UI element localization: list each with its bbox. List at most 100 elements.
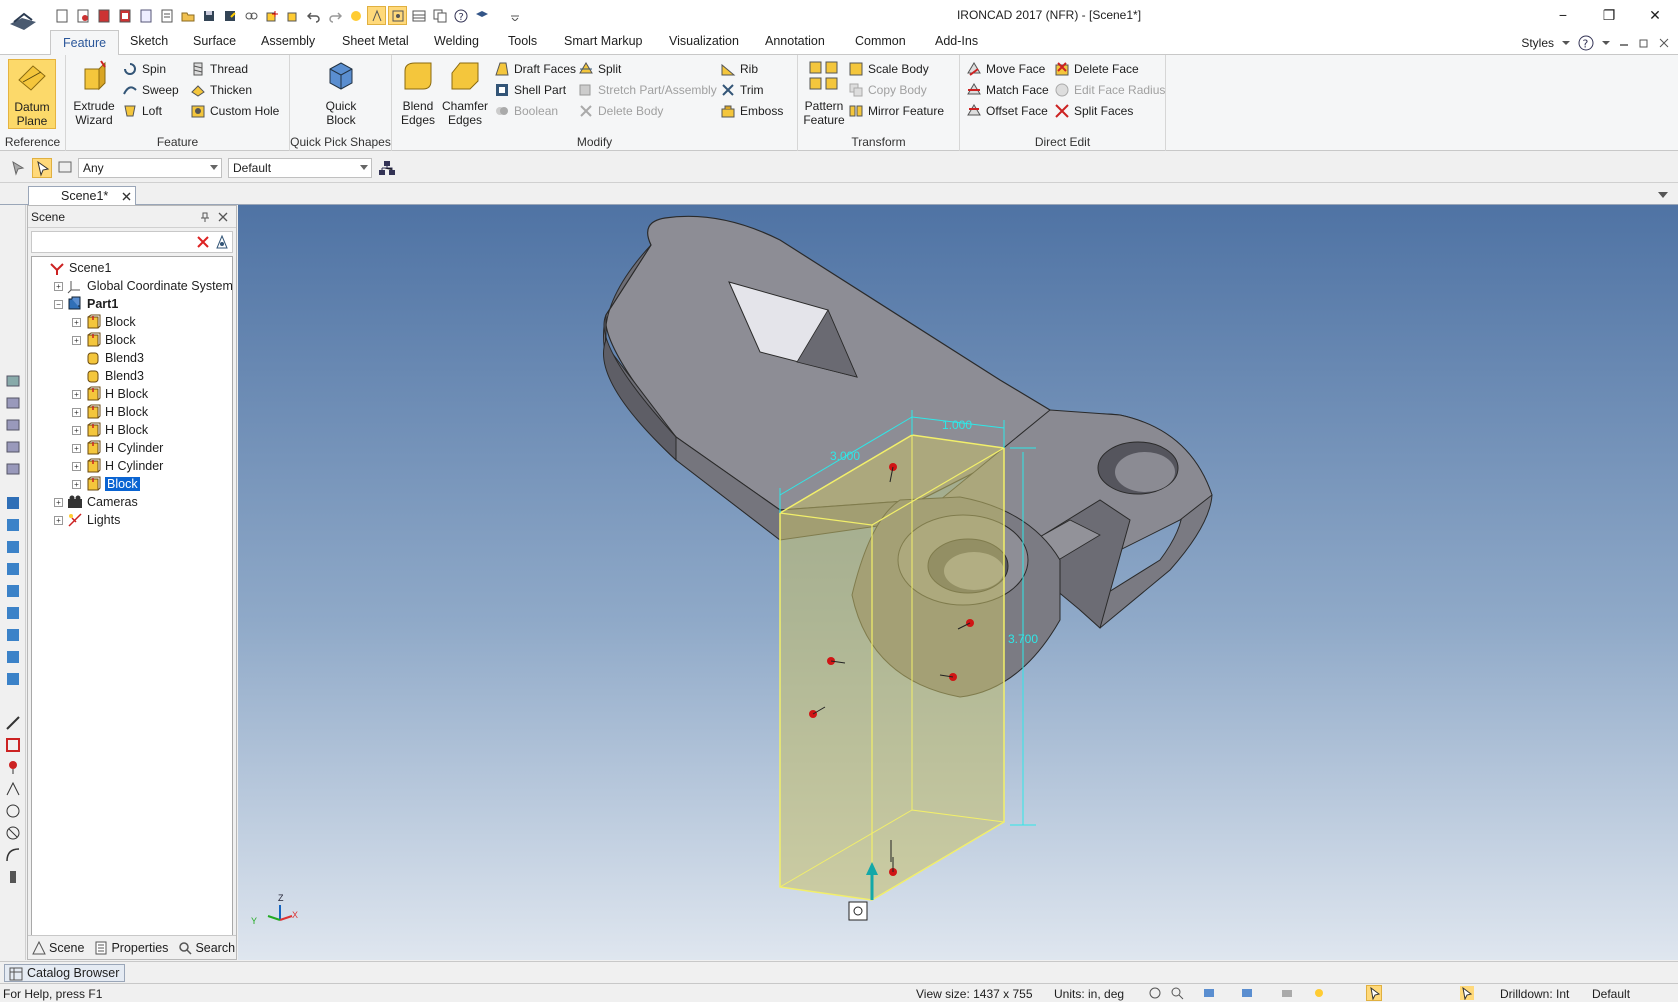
status-select-icon[interactable] <box>1366 985 1382 1001</box>
tab-smart-markup[interactable]: Smart Markup <box>564 34 643 48</box>
scene-search-input[interactable] <box>31 231 233 253</box>
pin-icon[interactable] <box>5 759 21 775</box>
tab-list-chevron-icon[interactable] <box>1658 192 1668 198</box>
pan-icon[interactable] <box>5 671 21 687</box>
selection-filter-dropdown[interactable]: Any <box>78 158 222 178</box>
tree-node[interactable]: + Block <box>72 313 136 331</box>
offset-face-button[interactable]: Offset Face <box>966 101 1048 121</box>
split-faces-button[interactable]: Split Faces <box>1054 101 1133 121</box>
view-top-icon[interactable] <box>5 417 21 433</box>
quick-block-button[interactable]: Quick Block <box>316 59 366 127</box>
tree-expander-icon[interactable]: + <box>72 443 81 453</box>
shell-part-button[interactable]: Shell Part <box>494 80 566 100</box>
tree-node[interactable]: + Lights <box>54 511 120 529</box>
dimension-length[interactable]: 3.000 <box>830 449 860 463</box>
tab-sheet-metal[interactable]: Sheet Metal <box>342 34 409 48</box>
pattern-feature-button[interactable]: Pattern Feature <box>802 59 846 127</box>
status-style[interactable]: Default <box>1592 987 1630 1001</box>
render-shaded-icon[interactable] <box>5 495 21 511</box>
angle-icon[interactable] <box>5 781 21 797</box>
tree-node[interactable]: Blend3 <box>72 349 144 367</box>
arc-tool-icon[interactable] <box>5 847 21 863</box>
tree-node[interactable]: + H Cylinder <box>72 457 163 475</box>
line-tool-icon[interactable] <box>5 715 21 731</box>
dimension-height[interactable]: 3.700 <box>1008 632 1038 646</box>
rib-button[interactable]: Rib <box>720 59 758 79</box>
chamfer-edges-button[interactable]: Chamfer Edges <box>440 59 490 127</box>
stretch-part-assembly-button[interactable]: Stretch Part/Assembly <box>578 80 717 100</box>
thread-button[interactable]: Thread <box>190 59 248 79</box>
status-cursor-icon[interactable] <box>1460 986 1474 1000</box>
panel-tab-properties[interactable]: Properties <box>94 941 168 955</box>
loft-button[interactable]: Loft <box>122 101 162 121</box>
tree-expander-icon[interactable]: + <box>72 317 81 327</box>
tab-surface[interactable]: Surface <box>193 34 236 48</box>
tab-welding[interactable]: Welding <box>434 34 479 48</box>
copy-body-button[interactable]: Copy Body <box>848 80 927 100</box>
tree-node[interactable]: + Block <box>72 475 140 493</box>
view-right-icon[interactable] <box>5 439 21 455</box>
minimize-button[interactable]: − <box>1540 0 1586 30</box>
view-iso-icon[interactable] <box>5 461 21 477</box>
selected-block-highlight[interactable] <box>779 434 1005 901</box>
ribbon-restore-icon[interactable] <box>1638 37 1650 49</box>
emboss-button[interactable]: Emboss <box>720 101 783 121</box>
select-cursor-icon[interactable] <box>32 158 52 178</box>
tab-add-ins[interactable]: Add-Ins <box>935 34 978 48</box>
delete-body-button[interactable]: Delete Body <box>578 101 663 121</box>
section-icon[interactable] <box>5 605 21 621</box>
tab-annotation[interactable]: Annotation <box>765 34 825 48</box>
clear-search-icon[interactable] <box>196 235 210 249</box>
3d-viewport[interactable]: 1.000 3.000 3.700 Z X Y <box>238 205 1678 960</box>
dimension-width[interactable]: 1.000 <box>942 418 972 432</box>
tree-node[interactable]: + H Block <box>72 421 148 439</box>
restore-button[interactable]: ❐ <box>1586 0 1632 30</box>
status-zoom-icon[interactable] <box>1170 986 1184 1000</box>
tree-expander-icon[interactable]: + <box>54 515 63 525</box>
render-edges-icon[interactable] <box>5 583 21 599</box>
tree-node[interactable]: − Part1 <box>54 295 118 313</box>
measure-icon[interactable] <box>5 627 21 643</box>
view-front-icon[interactable] <box>5 395 21 411</box>
close-button[interactable]: ✕ <box>1632 0 1678 30</box>
status-view-icon[interactable] <box>1202 986 1216 1000</box>
extrude-wizard-button[interactable]: Extrude Wizard <box>70 59 118 127</box>
chevron-down-icon[interactable] <box>1562 40 1570 46</box>
boolean-button[interactable]: Boolean <box>494 101 558 121</box>
tree-expander-icon[interactable]: + <box>72 407 81 417</box>
tree-expander-icon[interactable]: + <box>72 461 81 471</box>
close-panel-icon[interactable] <box>218 212 228 222</box>
hierarchy-icon[interactable] <box>378 159 396 177</box>
select-parts-icon[interactable] <box>10 159 28 177</box>
match-face-button[interactable]: Match Face <box>966 80 1049 100</box>
mirror-feature-button[interactable]: Mirror Feature <box>848 101 944 121</box>
status-render-icon[interactable] <box>1240 986 1254 1000</box>
ribbon-close-icon[interactable] <box>1658 37 1670 49</box>
select-faces-icon[interactable] <box>56 159 74 177</box>
tree-expander-icon[interactable]: + <box>72 389 81 399</box>
tree-node[interactable]: Scene1 <box>36 259 111 277</box>
blend-edges-button[interactable]: Blend Edges <box>396 59 440 127</box>
help-icon[interactable]: ? <box>1578 35 1594 51</box>
tab-visualization[interactable]: Visualization <box>669 34 739 48</box>
triball-icon[interactable] <box>5 737 21 753</box>
draft-faces-button[interactable]: Draft Faces <box>494 59 576 79</box>
tree-expander-icon[interactable]: + <box>54 497 63 507</box>
tree-expander-icon[interactable]: + <box>54 281 63 291</box>
tab-assembly[interactable]: Assembly <box>261 34 315 48</box>
tree-expander-icon[interactable]: + <box>72 479 81 489</box>
prohibit-icon[interactable] <box>5 825 21 841</box>
tree-expander-icon[interactable]: + <box>72 335 81 345</box>
status-drilldown[interactable]: Drilldown: Int <box>1500 987 1569 1001</box>
status-camera-icon[interactable] <box>1280 986 1294 1000</box>
delete-face-button[interactable]: Delete Face <box>1054 59 1139 79</box>
zoom-icon[interactable] <box>5 649 21 665</box>
close-tab-icon[interactable] <box>122 192 131 201</box>
edit-face-radius-button[interactable]: Edit Face Radius <box>1054 80 1165 100</box>
datum-plane-button[interactable]: Datum Plane <box>8 59 56 129</box>
tree-node[interactable]: + Global Coordinate System <box>54 277 232 295</box>
ribbon-minimize-icon[interactable] <box>1618 37 1630 49</box>
chevron-down-icon[interactable] <box>1602 40 1610 46</box>
search-options-icon[interactable] <box>215 235 229 249</box>
tree-expander-icon[interactable]: − <box>54 299 63 309</box>
